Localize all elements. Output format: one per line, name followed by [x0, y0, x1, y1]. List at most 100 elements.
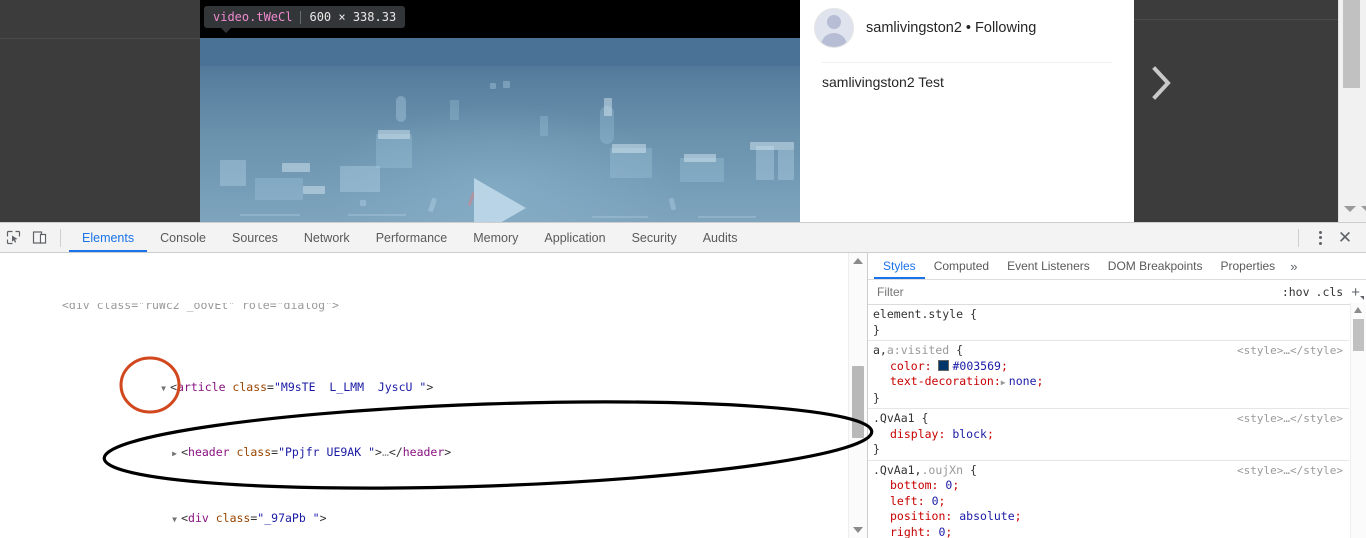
dom-tree-code: <div class="ruWc2 _oovEt" role="dialog">… [0, 254, 848, 538]
style-rule-a-visited[interactable]: a, a:visited { <style>…</style> color: #… [868, 341, 1349, 409]
style-property-value[interactable]: block [952, 427, 987, 441]
style-property-name[interactable]: display [890, 427, 938, 441]
more-tabs-icon[interactable]: » [1284, 259, 1303, 274]
style-property-name[interactable]: right [890, 525, 925, 538]
styles-pane: Styles Computed Event Listeners DOM Brea… [867, 253, 1366, 538]
badge-separator [300, 11, 301, 24]
dom-line-article[interactable]: ▼<article class="M9sTE L_LMM JyscU "> [0, 362, 848, 378]
more-options-icon[interactable] [1309, 227, 1331, 249]
tab-properties[interactable]: Properties [1211, 254, 1284, 279]
style-declaration[interactable]: text-decoration:▶none; [868, 374, 1349, 391]
styles-scrollbar-thumb[interactable] [1353, 319, 1364, 351]
expand-shorthand-icon[interactable]: ▶ [1001, 375, 1009, 391]
styles-scrollbar[interactable] [1350, 303, 1366, 538]
style-rule-element-style[interactable]: element.style { } [868, 305, 1349, 341]
devtools-tab-strip: Elements Console Sources Network Perform… [69, 224, 750, 252]
instagram-post-sidebar: samlivingston2 • Following samlivingston… [800, 0, 1134, 222]
scroll-down-arrow-icon[interactable] [853, 527, 863, 533]
style-property-name[interactable]: bottom [890, 478, 932, 492]
tab-dom-breakpoints[interactable]: DOM Breakpoints [1099, 254, 1212, 279]
style-rule-selector[interactable]: .QvAa1 [873, 411, 915, 427]
style-rule-close-brace: } [868, 391, 1349, 407]
style-declaration[interactable]: right: 0; [868, 525, 1349, 538]
styles-filter-input[interactable] [872, 284, 1276, 300]
dom-tree-scrollbar[interactable] [848, 253, 867, 538]
tab-application[interactable]: Application [531, 224, 618, 252]
play-button-overlay[interactable] [474, 178, 526, 222]
scroll-up-arrow-icon[interactable] [1354, 307, 1362, 313]
toolbar-divider [60, 229, 61, 247]
chevron-right-icon[interactable] [1151, 66, 1173, 100]
style-rule-origin[interactable]: <style>…</style> [1229, 343, 1343, 359]
tab-security[interactable]: Security [619, 224, 690, 252]
tab-styles[interactable]: Styles [874, 254, 925, 279]
dom-line-div-97apb[interactable]: ▼<div class="_97aPb "> [0, 494, 848, 510]
style-property-name[interactable]: position [890, 509, 945, 523]
tab-console[interactable]: Console [147, 224, 219, 252]
collapse-triangle-icon[interactable]: ▶ [172, 446, 181, 462]
force-state-button[interactable]: :hov [1282, 285, 1310, 299]
devtools-toolbar: Elements Console Sources Network Perform… [0, 223, 1366, 253]
style-rule-origin[interactable]: <style>…</style> [1229, 411, 1343, 427]
tab-audits[interactable]: Audits [690, 224, 751, 252]
dom-scrollbar-thumb[interactable] [852, 366, 864, 438]
browser-page-viewport: video.tWeCl 600 × 338.33 samlivingston2 … [0, 0, 1366, 222]
close-icon[interactable]: ✕ [1333, 227, 1357, 249]
style-rule-selector[interactable]: element.style [873, 307, 963, 323]
tab-event-listeners[interactable]: Event Listeners [998, 254, 1099, 279]
style-declaration[interactable]: display: block; [868, 427, 1349, 443]
styles-rules-list: element.style { } a, a:visited { <style>… [868, 305, 1366, 538]
style-rule-origin[interactable]: <style>…</style> [1229, 463, 1343, 479]
dom-line-clipped-dialog[interactable]: <div class="ruWc2 _oovEt" role="dialog"> [0, 303, 848, 313]
expand-triangle-icon[interactable]: ▼ [161, 381, 170, 397]
page-scrollbar-thumb[interactable] [1343, 0, 1360, 88]
style-rule-qvaa1-oujxn[interactable]: .QvAa1, .oujXn { <style>…</style> bottom… [868, 461, 1349, 538]
style-property-name[interactable]: left [890, 494, 918, 508]
style-declaration[interactable]: left: 0; [868, 494, 1349, 510]
tab-elements[interactable]: Elements [69, 224, 147, 252]
scroll-down-arrow-icon[interactable] [1344, 206, 1356, 212]
badge-dimensions: 600 × 338.33 [309, 10, 396, 24]
tab-performance[interactable]: Performance [363, 224, 461, 252]
tab-network[interactable]: Network [291, 224, 363, 252]
devtools-panel: Elements Console Sources Network Perform… [0, 222, 1366, 538]
style-rule-qvaa1[interactable]: .QvAa1 { <style>…</style> display: block… [868, 409, 1349, 461]
user-avatar-icon[interactable] [814, 8, 854, 48]
tab-sources[interactable]: Sources [219, 224, 291, 252]
color-swatch[interactable] [938, 360, 949, 371]
scroll-up-arrow-icon[interactable] [853, 258, 863, 264]
page-scrollbar[interactable] [1338, 0, 1366, 222]
inspect-element-icon[interactable] [0, 227, 26, 249]
style-rule-selector[interactable]: a, [873, 343, 887, 359]
dom-attr-article-class: "M9sTE L_LMM JyscU " [274, 380, 426, 394]
new-style-rule-button[interactable]: + [1349, 284, 1362, 301]
dom-tree-pane[interactable]: <div class="ruWc2 _oovEt" role="dialog">… [0, 253, 867, 538]
post-caption: samlivingston2 Test [822, 74, 944, 90]
post-username-line[interactable]: samlivingston2 • Following [866, 20, 1036, 36]
dom-line-header[interactable]: ▶<header class="Ppjfr UE9AK ">…</header> [0, 428, 848, 444]
style-rule-selector[interactable]: .QvAa1, [873, 463, 921, 479]
device-toolbar-icon[interactable] [26, 227, 52, 249]
style-rule-selector-dim[interactable]: .oujXn [921, 463, 963, 479]
element-classes-button[interactable]: .cls [1316, 285, 1344, 299]
style-property-value[interactable]: absolute [959, 509, 1014, 523]
post-divider [822, 62, 1112, 63]
style-declaration[interactable]: color: #003569; [868, 359, 1349, 375]
tab-memory[interactable]: Memory [460, 224, 531, 252]
style-property-value[interactable]: #003569 [952, 359, 1000, 373]
style-property-value[interactable]: 0 [932, 494, 939, 508]
style-rule-close-brace: } [868, 442, 1349, 458]
style-declaration[interactable]: bottom: 0; [868, 478, 1349, 494]
dom-tag-article: article [177, 380, 225, 394]
style-declaration[interactable]: position: absolute; [868, 509, 1349, 525]
style-property-value[interactable]: none [1009, 374, 1037, 388]
toolbar-right-controls: ✕ [1290, 227, 1366, 249]
style-property-name[interactable]: text-decoration [890, 374, 994, 388]
style-rule-selector-dim[interactable]: a:visited [887, 343, 949, 359]
scroll-down-arrow-secondary-icon[interactable] [1361, 206, 1366, 212]
tab-computed[interactable]: Computed [925, 254, 998, 279]
style-property-name[interactable]: color [890, 359, 925, 373]
page-dark-backdrop-right [1134, 0, 1338, 222]
instagram-video-thumbnail[interactable] [200, 38, 800, 222]
expand-triangle-icon[interactable]: ▼ [172, 512, 181, 528]
